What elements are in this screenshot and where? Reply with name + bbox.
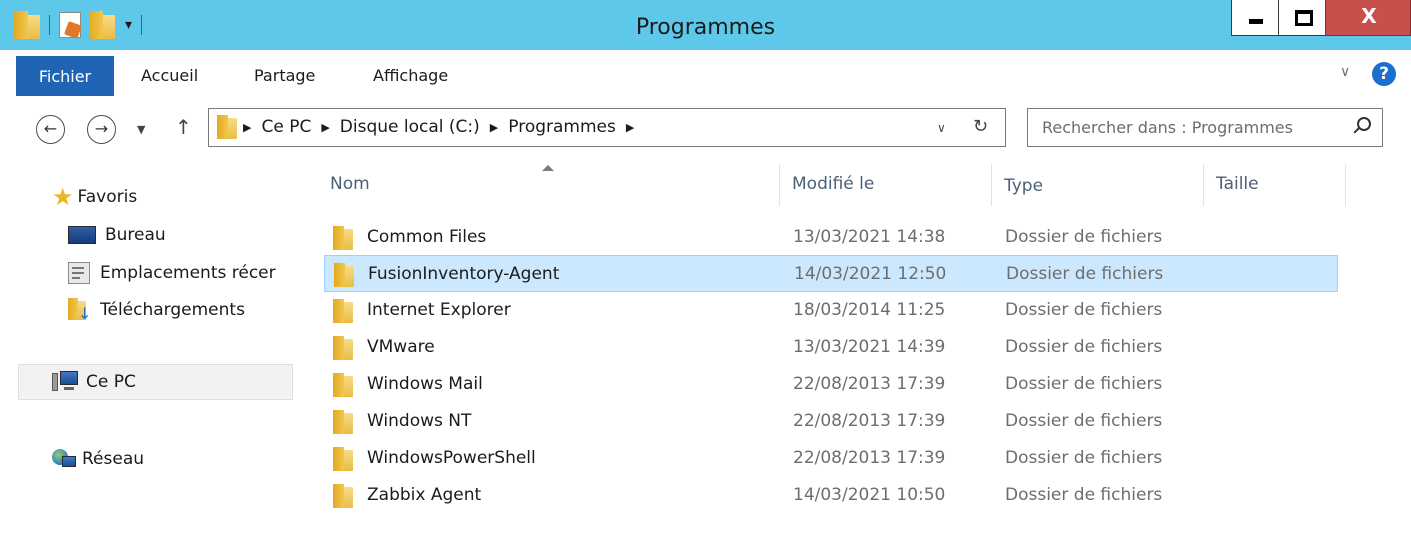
file-type: Dossier de fichiers (1005, 374, 1163, 394)
file-modified: 14/03/2021 10:50 (793, 485, 946, 505)
file-type: Dossier de fichiers (1005, 448, 1163, 468)
recent-locations-chevron-icon[interactable]: ▼ (137, 123, 145, 136)
tab-share[interactable]: Partage (254, 66, 315, 85)
maximize-button[interactable] (1278, 0, 1326, 36)
file-modified: 13/03/2021 14:38 (793, 227, 946, 247)
navpane-favorites-label: Favoris (77, 187, 138, 207)
file-type: Dossier de fichiers (1006, 264, 1164, 284)
file-modified: 22/08/2013 17:39 (793, 411, 946, 431)
file-modified: 13/03/2021 14:39 (793, 337, 946, 357)
navpane-item-desktop[interactable]: Bureau (68, 225, 166, 245)
file-type: Dossier de fichiers (1005, 300, 1163, 320)
maximize-icon (1295, 10, 1313, 26)
search-icon[interactable] (1351, 117, 1371, 137)
file-name: Zabbix Agent (367, 485, 482, 505)
navpane-item-label: Ce PC (86, 372, 136, 392)
title-bar: ▾ Programmes X (0, 0, 1411, 50)
file-modified: 18/03/2014 11:25 (793, 300, 946, 320)
file-row[interactable]: Internet Explorer 18/03/2014 11:25 Dossi… (324, 292, 1338, 329)
file-row[interactable]: VMware 13/03/2021 14:39 Dossier de fichi… (324, 329, 1338, 366)
breadcrumb-item-local-disk[interactable]: Disque local (C:) (340, 117, 480, 137)
close-button[interactable]: X (1325, 0, 1411, 36)
up-arrow-icon[interactable]: ↑ (175, 115, 192, 139)
file-name: Internet Explorer (367, 300, 511, 320)
breadcrumb-item-ce-pc[interactable]: Ce PC (261, 117, 311, 137)
folder-icon (333, 484, 353, 508)
file-name: WindowsPowerShell (367, 448, 536, 468)
file-name: FusionInventory-Agent (368, 264, 560, 284)
folder-icon (217, 115, 237, 139)
file-row-selected[interactable]: FusionInventory-Agent 14/03/2021 12:50 D… (324, 255, 1338, 292)
folder-icon (333, 299, 353, 323)
folder-icon (334, 263, 354, 287)
tab-view[interactable]: Affichage (373, 66, 448, 85)
navpane-favorites[interactable]: ★ Favoris (52, 185, 137, 209)
navpane-item-network[interactable]: Réseau (52, 448, 144, 470)
column-header-type[interactable]: Type (994, 164, 1204, 206)
file-name: Common Files (367, 227, 487, 247)
navpane-item-recent-places[interactable]: Emplacements récer (68, 262, 276, 284)
forward-button[interactable]: → (87, 115, 116, 144)
star-icon: ★ (52, 183, 74, 211)
breadcrumb-separator-icon[interactable]: ▶ (490, 121, 498, 134)
navpane-item-label: Réseau (82, 449, 145, 469)
breadcrumb: ▶ Ce PC ▶ Disque local (C:) ▶ Programmes… (243, 117, 644, 137)
folder-icon (333, 373, 353, 397)
file-row[interactable]: Zabbix Agent 14/03/2021 10:50 Dossier de… (324, 477, 1338, 514)
expand-ribbon-chevron-icon[interactable]: ∨ (1340, 64, 1350, 80)
column-header-name[interactable]: Nom (320, 164, 780, 206)
downloads-icon: ↓ (68, 298, 91, 322)
navpane-item-label: Emplacements récer (100, 263, 276, 283)
recent-places-icon (68, 262, 90, 284)
desktop-icon (68, 226, 96, 244)
folder-icon (333, 336, 353, 360)
file-modified: 14/03/2021 12:50 (794, 264, 947, 284)
file-row[interactable]: WindowsPowerShell 22/08/2013 17:39 Dossi… (324, 440, 1338, 477)
network-icon (52, 448, 78, 470)
computer-icon (52, 371, 80, 393)
navpane-item-downloads[interactable]: ↓ Téléchargements (68, 298, 245, 322)
file-modified: 22/08/2013 17:39 (793, 448, 946, 468)
search-placeholder: Rechercher dans : Programmes (1042, 118, 1293, 137)
back-button[interactable]: ← (36, 115, 65, 144)
column-header-size[interactable]: Taille (1206, 164, 1346, 206)
breadcrumb-separator-icon[interactable]: ▶ (626, 121, 634, 134)
breadcrumb-separator-icon[interactable]: ▶ (321, 121, 329, 134)
tab-home[interactable]: Accueil (141, 66, 198, 85)
help-icon[interactable]: ? (1372, 62, 1396, 86)
file-name: VMware (367, 337, 435, 357)
tab-file[interactable]: Fichier (16, 56, 114, 96)
folder-icon (333, 447, 353, 471)
navpane-item-this-pc[interactable]: Ce PC (52, 371, 136, 393)
file-row[interactable]: Common Files 13/03/2021 14:38 Dossier de… (324, 219, 1338, 256)
close-icon: X (1361, 4, 1377, 28)
file-type: Dossier de fichiers (1005, 411, 1163, 431)
window-title: Programmes (635, 15, 776, 40)
file-name: Windows Mail (367, 374, 483, 394)
minimize-button[interactable] (1231, 0, 1279, 36)
column-header-modified[interactable]: Modifié le (782, 164, 992, 206)
refresh-icon[interactable]: ↻ (973, 116, 988, 137)
minimize-icon (1249, 19, 1263, 24)
file-modified: 22/08/2013 17:39 (793, 374, 946, 394)
folder-icon (333, 226, 353, 250)
file-row[interactable]: Windows Mail 22/08/2013 17:39 Dossier de… (324, 366, 1338, 403)
address-bar[interactable]: ▶ Ce PC ▶ Disque local (C:) ▶ Programmes… (208, 108, 1006, 147)
file-type: Dossier de fichiers (1005, 485, 1163, 505)
file-type: Dossier de fichiers (1005, 227, 1163, 247)
file-row[interactable]: Windows NT 22/08/2013 17:39 Dossier de f… (324, 403, 1338, 440)
navpane-item-label: Bureau (105, 225, 166, 245)
file-name: Windows NT (367, 411, 472, 431)
search-input[interactable]: Rechercher dans : Programmes (1027, 108, 1383, 147)
folder-icon (333, 410, 353, 434)
address-dropdown-chevron-icon[interactable]: ∨ (937, 121, 946, 135)
breadcrumb-separator-icon[interactable]: ▶ (243, 121, 251, 134)
navpane-item-label: Téléchargements (100, 300, 245, 320)
ribbon: Fichier Accueil Partage Affichage ∨ ? (0, 50, 1411, 96)
breadcrumb-item-programmes[interactable]: Programmes (508, 117, 616, 137)
file-type: Dossier de fichiers (1005, 337, 1163, 357)
